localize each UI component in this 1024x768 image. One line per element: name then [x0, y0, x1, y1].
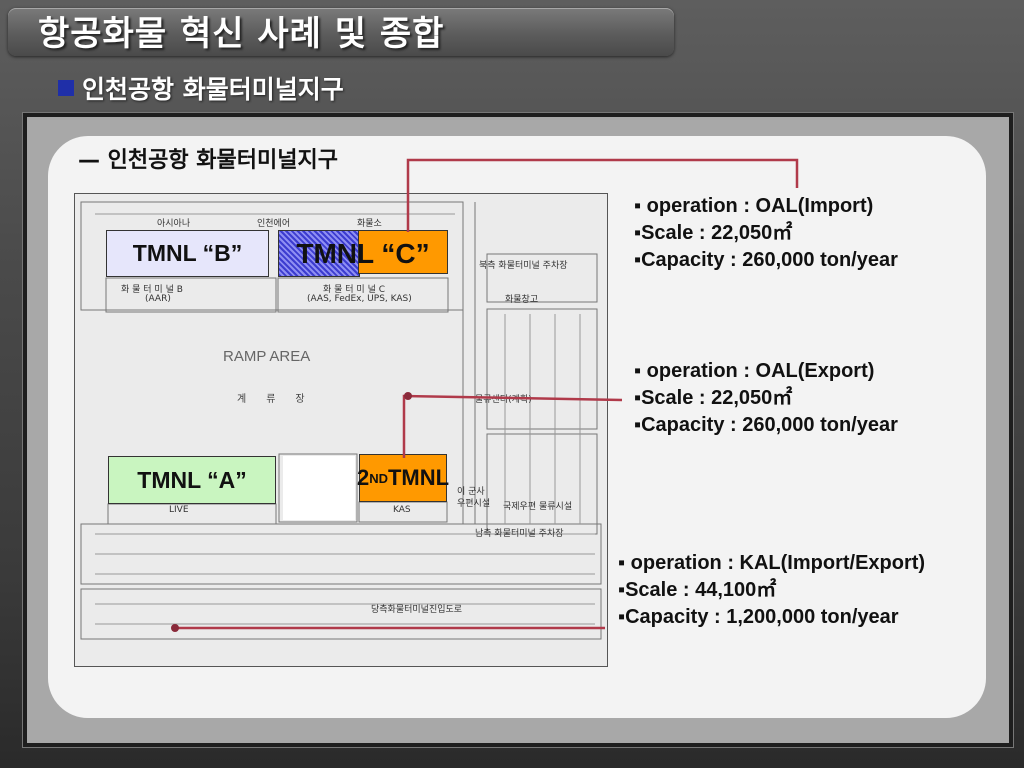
slide-title: 항공화물 혁신 사례 및 종합 [38, 14, 445, 54]
info-block-import: ▪ operation : OAL(Import) ▪Scale : 22,05… [634, 193, 898, 274]
label-kas: KAS [393, 505, 411, 515]
terminal-b: TMNL “B” [106, 230, 269, 277]
label-terminal-b-sub: (AAR) [145, 294, 171, 304]
terminal-second-suffix: TMNL [387, 465, 450, 490]
label-terminal-c-sub: (AAS, FedEx, UPS, KAS) [307, 294, 412, 304]
panel-heading: — 인천공항 화물터미널지구 [78, 148, 338, 173]
terminal-map: 아시아나 인천에어 화물소 TMNL “B” TMNL “C” 화 물 터 미 … [74, 193, 608, 667]
label-hwamulso: 화물소 [357, 219, 382, 229]
label-logistics-center: 물류센터(계획) [475, 395, 532, 405]
terminal-a: TMNL “A” [108, 456, 276, 504]
terminal-second: 2 ND TMNL [356, 454, 450, 502]
info-export-scale: ▪Scale : 22,050㎡ [634, 387, 793, 409]
ramp-area-label: RAMP AREA [223, 348, 311, 365]
square-bullet-icon [58, 80, 74, 96]
label-north-parking: 북측 화물터미널 주차장 [479, 261, 568, 271]
terminal-second-sup: ND [369, 470, 388, 486]
info-block-export: ▪ operation : OAL(Export) ▪Scale : 22,05… [634, 358, 898, 439]
info-block-kal: ▪ operation : KAL(Import/Export) ▪Scale … [618, 550, 925, 631]
label-postal: 우편시설 [457, 499, 491, 509]
info-kal-operation: ▪ operation : KAL(Import/Export) [618, 552, 926, 574]
info-import-scale: ▪Scale : 22,050㎡ [634, 222, 793, 244]
info-import-capacity: ▪Capacity : 260,000 ton/year [634, 249, 898, 271]
subtitle-text: 인천공항 화물터미널지구 [82, 75, 344, 104]
label-incheon-air: 인천에어 [257, 219, 291, 229]
info-import-operation: ▪ operation : OAL(Import) [634, 195, 874, 217]
label-access-road: 당측화물터미널진입도로 [371, 605, 463, 615]
info-kal-capacity: ▪Capacity : 1,200,000 ton/year [618, 606, 899, 628]
apron-label: 계류장 [237, 394, 325, 405]
label-intl-postal: 국제우편 물류시설 [503, 502, 573, 512]
terminal-c-label: TMNL “C” [296, 237, 430, 269]
label-live: LIVE [169, 505, 189, 515]
label-warehouse: 화물창고 [505, 295, 539, 305]
info-export-capacity: ▪Capacity : 260,000 ton/year [634, 414, 898, 436]
info-export-operation: ▪ operation : OAL(Export) [634, 360, 875, 382]
label-asiana: 아시아나 [157, 219, 191, 229]
terminal-c: TMNL “C” [278, 230, 448, 277]
terminal-second-prefix: 2 [356, 465, 370, 490]
info-kal-scale: ▪Scale : 44,100㎡ [618, 579, 777, 601]
slide-subtitle: 인천공항 화물터미널지구 [58, 70, 344, 106]
label-south-parking: 남측 화물터미널 주차장 [475, 529, 564, 539]
